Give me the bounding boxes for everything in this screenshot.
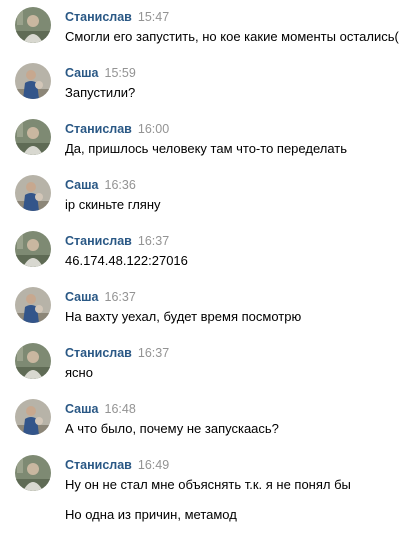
author-name[interactable]: Саша [65,178,99,192]
author-name[interactable]: Станислав [65,346,132,360]
message-text: Запустили? [65,85,136,100]
message-text: ясно [65,365,93,380]
avatar[interactable] [15,399,51,435]
message-text: На вахту уехал, будет время посмотрю [65,309,302,324]
author-name[interactable]: Станислав [65,458,132,472]
author-name[interactable]: Саша [65,290,99,304]
avatar[interactable] [15,455,51,491]
stanislav-avatar [15,455,51,491]
message-header: Станислав 16:37 [65,345,169,361]
sasha-avatar [15,287,51,323]
message-text: ip скиньте гляну [65,197,161,212]
message-item: Станислав 16:37 ясно [0,336,419,392]
message-header: Саша 16:37 [65,289,136,305]
avatar[interactable] [15,7,51,43]
stanislav-avatar [15,119,51,155]
message-item: Станислав 16:49 Ну он не стал мне объясня… [0,448,419,534]
avatar[interactable] [15,287,51,323]
message-header: Станислав 16:49 [65,457,169,473]
message-time[interactable]: 15:59 [105,66,136,80]
message-time[interactable]: 16:00 [138,122,169,136]
message-header: Станислав 15:47 [65,9,169,25]
author-name[interactable]: Станислав [65,10,132,24]
message-item: Станислав 16:37 46.174.48.122:27016 [0,224,419,280]
message-time[interactable]: 16:48 [105,402,136,416]
message-time[interactable]: 16:36 [105,178,136,192]
message-header: Саша 15:59 [65,65,136,81]
message-text: Ну он не стал мне объяснять т.к. я не по… [65,477,351,492]
message-time[interactable]: 16:37 [138,234,169,248]
message-header: Саша 16:48 [65,401,136,417]
message-time[interactable]: 16:37 [105,290,136,304]
sasha-avatar [15,399,51,435]
sasha-avatar [15,175,51,211]
stanislav-avatar [15,231,51,267]
message-item: Станислав 16:00 Да, пришлось человеку там… [0,112,419,168]
chat-history: Станислав 15:47 Смогли его запустить, но … [0,0,419,534]
avatar[interactable] [15,343,51,379]
author-name[interactable]: Станислав [65,122,132,136]
stanislav-avatar [15,343,51,379]
message-header: Станислав 16:00 [65,121,169,137]
message-header: Саша 16:36 [65,177,136,193]
message-text: Да, пришлось человеку там что-то передел… [65,141,347,156]
message-text: 46.174.48.122:27016 [65,253,188,268]
message-item: Саша 16:48 А что было, почему не запускаа… [0,392,419,448]
avatar[interactable] [15,119,51,155]
message-text: Смогли его запустить, но кое какие момен… [65,29,399,44]
author-name[interactable]: Саша [65,66,99,80]
message-item: Саша 15:59 Запустили? [0,56,419,112]
message-item: Саша 16:36 ip скиньте гляну [0,168,419,224]
avatar[interactable] [15,175,51,211]
message-time[interactable]: 16:49 [138,458,169,472]
avatar[interactable] [15,63,51,99]
message-time[interactable]: 16:37 [138,346,169,360]
sasha-avatar [15,63,51,99]
message-item: Станислав 15:47 Смогли его запустить, но … [0,0,419,56]
message-text: А что было, почему не запускааcь? [65,421,279,436]
message-item: Саша 16:37 На вахту уехал, будет время по… [0,280,419,336]
message-time[interactable]: 15:47 [138,10,169,24]
avatar[interactable] [15,231,51,267]
author-name[interactable]: Станислав [65,234,132,248]
author-name[interactable]: Саша [65,402,99,416]
message-text-continuation: Но одна из причин, метамод [65,507,237,522]
stanislav-avatar [15,7,51,43]
message-header: Станислав 16:37 [65,233,169,249]
